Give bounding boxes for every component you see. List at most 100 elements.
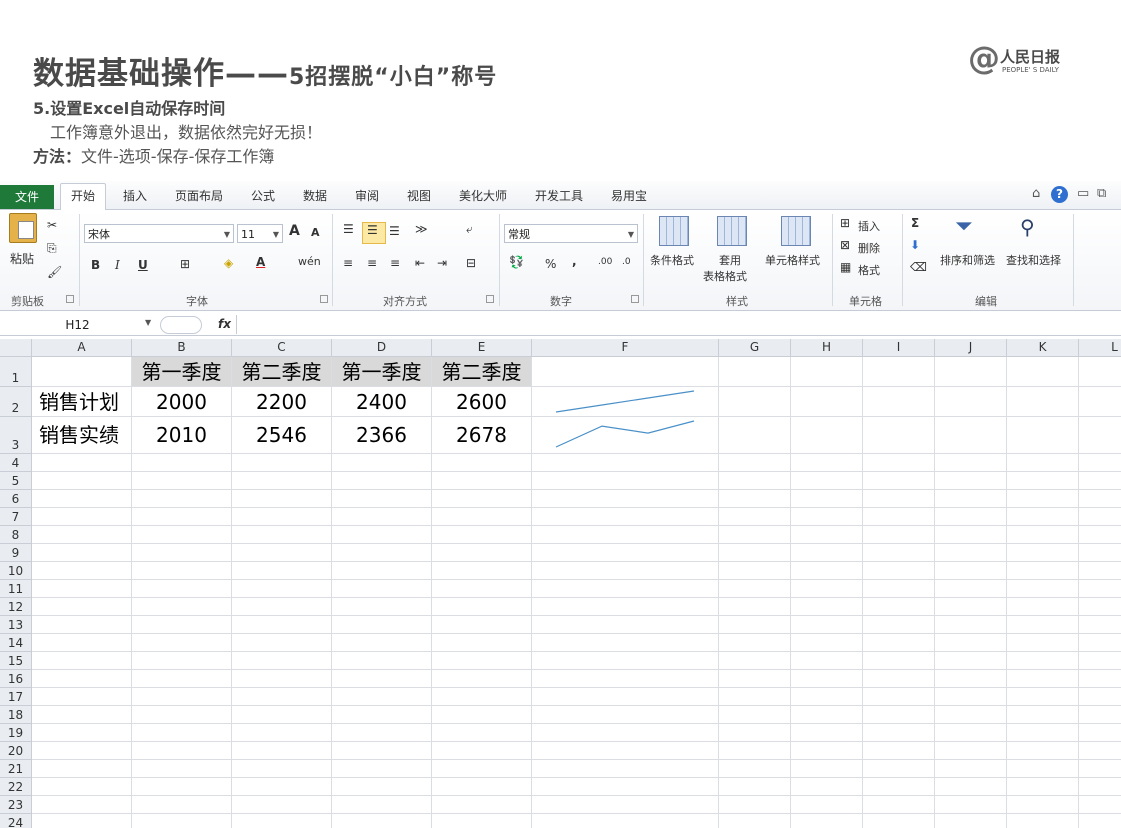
cell-b18[interactable]: [132, 706, 232, 724]
font-color-icon[interactable]: A: [256, 255, 265, 269]
cell-k19[interactable]: [1007, 724, 1079, 742]
cell-e22[interactable]: [432, 778, 532, 796]
tab-formulas[interactable]: 公式: [251, 187, 275, 204]
insert-cells-button[interactable]: 插入: [858, 218, 880, 234]
cell-f15[interactable]: [532, 652, 719, 670]
align-top-icon[interactable]: ☰: [343, 222, 354, 236]
cell-b22[interactable]: [132, 778, 232, 796]
cell-c20[interactable]: [232, 742, 332, 760]
align-middle-icon[interactable]: ☰: [367, 223, 378, 237]
cell-k9[interactable]: [1007, 544, 1079, 562]
cell-d23[interactable]: [332, 796, 432, 814]
format-as-table-line2[interactable]: 表格格式: [703, 268, 747, 284]
cell-f11[interactable]: [532, 580, 719, 598]
cell-j7[interactable]: [935, 508, 1007, 526]
copy-icon[interactable]: ⎘: [47, 241, 57, 256]
cell-e8[interactable]: [432, 526, 532, 544]
cell-b17[interactable]: [132, 688, 232, 706]
cell-e11[interactable]: [432, 580, 532, 598]
cell-g16[interactable]: [719, 670, 791, 688]
cell-c13[interactable]: [232, 616, 332, 634]
minimize-icon[interactable]: ▭: [1077, 186, 1089, 201]
increase-decimal-button[interactable]: .00: [598, 257, 612, 267]
cell-b13[interactable]: [132, 616, 232, 634]
wrap-text-icon[interactable]: ⤶: [466, 222, 473, 237]
cell-l7[interactable]: [1079, 508, 1121, 526]
cell-c9[interactable]: [232, 544, 332, 562]
format-painter-icon[interactable]: 🖌: [47, 265, 62, 279]
cell-c18[interactable]: [232, 706, 332, 724]
cell-j19[interactable]: [935, 724, 1007, 742]
cell-i12[interactable]: [863, 598, 935, 616]
tab-easy-use[interactable]: 易用宝: [611, 187, 647, 204]
cell-d20[interactable]: [332, 742, 432, 760]
cell-i13[interactable]: [863, 616, 935, 634]
cell-l11[interactable]: [1079, 580, 1121, 598]
row-header-7[interactable]: 7: [0, 508, 32, 526]
tab-data[interactable]: 数据: [303, 187, 327, 204]
cell-l9[interactable]: [1079, 544, 1121, 562]
cell-h24[interactable]: [791, 814, 863, 828]
cell-l12[interactable]: [1079, 598, 1121, 616]
cell-h14[interactable]: [791, 634, 863, 652]
cell-l23[interactable]: [1079, 796, 1121, 814]
cell-a16[interactable]: [32, 670, 132, 688]
bold-button[interactable]: B: [91, 258, 100, 272]
cell-a21[interactable]: [32, 760, 132, 778]
row-header-10[interactable]: 10: [0, 562, 32, 580]
cell-h23[interactable]: [791, 796, 863, 814]
delete-cells-icon[interactable]: ⊠: [840, 238, 850, 252]
cell-k24[interactable]: [1007, 814, 1079, 828]
tab-beautify-master[interactable]: 美化大师: [459, 187, 507, 204]
cell-j13[interactable]: [935, 616, 1007, 634]
cell-i16[interactable]: [863, 670, 935, 688]
cell-h7[interactable]: [791, 508, 863, 526]
cell-f22[interactable]: [532, 778, 719, 796]
cell-g24[interactable]: [719, 814, 791, 828]
cell-g5[interactable]: [719, 472, 791, 490]
cell-g14[interactable]: [719, 634, 791, 652]
cell-l14[interactable]: [1079, 634, 1121, 652]
cell-l22[interactable]: [1079, 778, 1121, 796]
tab-view[interactable]: 视图: [407, 187, 431, 204]
cell-g21[interactable]: [719, 760, 791, 778]
tab-insert[interactable]: 插入: [123, 187, 147, 204]
cell-i23[interactable]: [863, 796, 935, 814]
cell-c16[interactable]: [232, 670, 332, 688]
cell-b21[interactable]: [132, 760, 232, 778]
cell-b23[interactable]: [132, 796, 232, 814]
row-header-5[interactable]: 5: [0, 472, 32, 490]
cell-a23[interactable]: [32, 796, 132, 814]
clear-icon[interactable]: ⌫: [910, 260, 927, 274]
cell-e17[interactable]: [432, 688, 532, 706]
number-launcher-icon[interactable]: [631, 295, 639, 303]
cell-e23[interactable]: [432, 796, 532, 814]
cell-k18[interactable]: [1007, 706, 1079, 724]
tab-review[interactable]: 审阅: [355, 187, 379, 204]
cell-d18[interactable]: [332, 706, 432, 724]
cell-f9[interactable]: [532, 544, 719, 562]
cell-a6[interactable]: [32, 490, 132, 508]
row-header-18[interactable]: 18: [0, 706, 32, 724]
cell-a12[interactable]: [32, 598, 132, 616]
cell-d14[interactable]: [332, 634, 432, 652]
autosum-button[interactable]: Σ: [911, 216, 919, 230]
orientation-icon[interactable]: ≫: [415, 222, 428, 236]
cell-a11[interactable]: [32, 580, 132, 598]
cell-j22[interactable]: [935, 778, 1007, 796]
cell-j20[interactable]: [935, 742, 1007, 760]
cell-e20[interactable]: [432, 742, 532, 760]
cell-a10[interactable]: [32, 562, 132, 580]
format-cells-icon[interactable]: ▦: [840, 260, 851, 274]
clipboard-launcher-icon[interactable]: [66, 295, 74, 303]
name-box[interactable]: H12: [0, 316, 155, 334]
cell-l24[interactable]: [1079, 814, 1121, 828]
restore-icon[interactable]: ⧉: [1097, 186, 1106, 201]
cell-h6[interactable]: [791, 490, 863, 508]
cell-f24[interactable]: [532, 814, 719, 828]
help-icon[interactable]: ?: [1051, 186, 1068, 203]
paste-icon[interactable]: [9, 213, 37, 243]
number-format-combo[interactable]: 常规 ▼: [504, 224, 638, 243]
cell-l21[interactable]: [1079, 760, 1121, 778]
row-header-14[interactable]: 14: [0, 634, 32, 652]
